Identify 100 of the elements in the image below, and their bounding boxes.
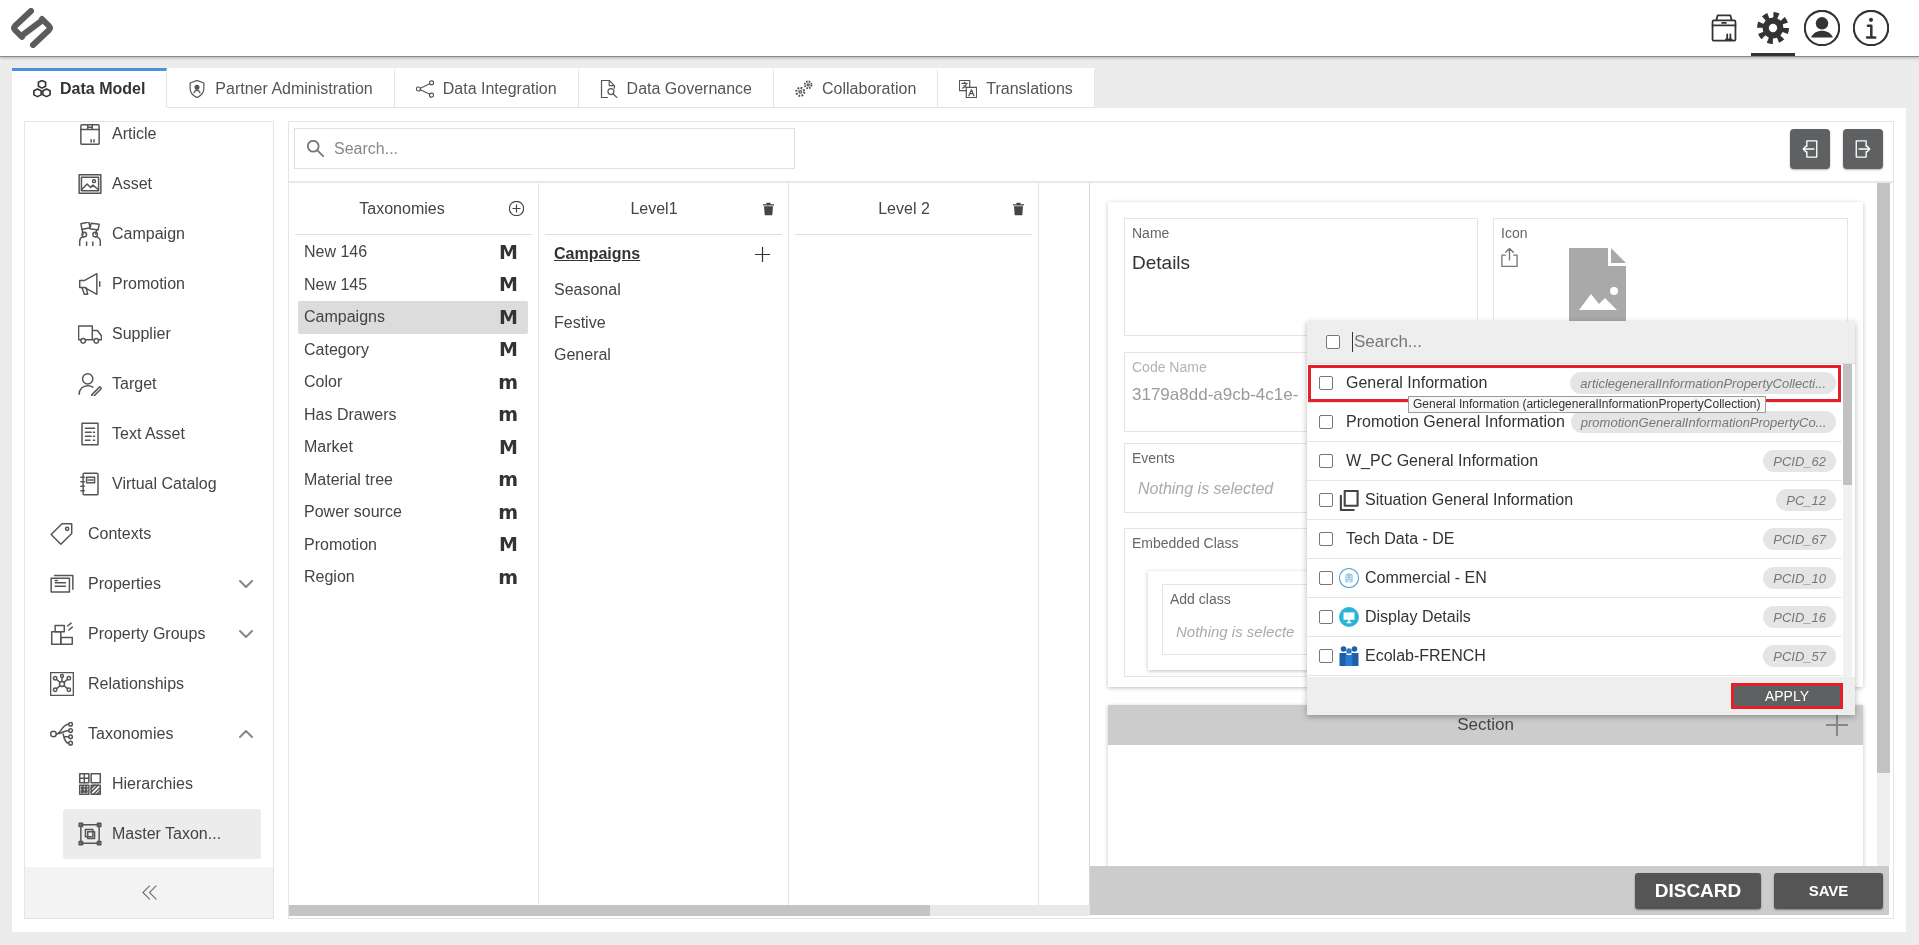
type-letter: m [498,502,518,522]
option-row[interactable]: Tech Data - DE PCID_67 [1307,520,1842,559]
chevron-down-icon[interactable] [239,630,253,638]
checkbox[interactable] [1319,610,1333,624]
apply-button[interactable]: APPLY [1731,683,1843,709]
toolbar-button[interactable] [1790,129,1830,169]
box-arrow-right-icon [1855,140,1871,158]
tab[interactable]: Data Model [12,68,168,108]
list-item[interactable]: General [548,339,778,372]
code-tag: PC_12 [1776,489,1836,511]
sidebar-item[interactable]: Property Groups [25,609,273,659]
checkbox[interactable] [1319,415,1333,429]
code-tag: PCID_10 [1763,567,1836,589]
tab[interactable]: Data Integration [394,68,579,108]
search-icon [307,140,324,157]
node-tree-icon [50,722,74,746]
chevron-down-icon[interactable] [239,580,253,588]
save-button[interactable]: SAVE [1774,872,1883,909]
checkbox[interactable] [1319,571,1333,585]
person-pen-icon [78,372,102,396]
code-tag: PCID_67 [1763,528,1836,550]
placeholder-text: Nothing is selecte [1176,623,1295,640]
tab[interactable]: Translations [938,68,1095,108]
list-item[interactable]: Market M [298,431,528,464]
document-icon [78,422,102,446]
document-search-icon [599,80,618,98]
checkbox[interactable] [1319,454,1333,468]
cards-icon [50,572,74,596]
code-tag: articlegeneralInformationPropertyCollecti... [1570,372,1836,394]
trash-icon[interactable] [1013,201,1024,216]
scrollbar-thumb[interactable] [1843,364,1852,485]
list-item[interactable]: Category M [298,333,528,366]
option-row[interactable]: W_PC General Information PCID_62 [1307,442,1842,481]
sidebar-item[interactable]: Hierarchies [63,759,261,809]
image-file-icon [1569,248,1626,322]
code-tag: PCID_62 [1763,450,1836,472]
type-letter: M [499,307,518,327]
truck-icon [78,322,102,346]
sidebar-item[interactable]: Relationships [25,659,273,709]
checkbox[interactable] [1319,376,1333,390]
tab[interactable]: Data Governance [578,68,774,108]
sidebar-item[interactable]: Taxonomies [25,709,273,759]
search-field[interactable]: Search... [294,128,795,169]
option-row[interactable]: Display Details PCID_16 [1307,598,1842,637]
sidebar-item[interactable]: Contexts [25,509,273,559]
list-item[interactable]: Campaigns M [298,301,528,334]
list-item[interactable]: Seasonal [548,274,778,307]
checkbox[interactable] [1319,532,1333,546]
box-arrow-left-icon [1802,140,1818,158]
code-tag: promotionGeneralInformationPropertyCo... [1570,411,1837,433]
list-item[interactable]: New 146 M [298,236,528,269]
list-item[interactable]: Festive [548,306,778,339]
list-item[interactable]: Material tree m [298,463,528,496]
tab[interactable]: Collaboration [774,68,939,108]
sidebar-item[interactable]: Asset [63,159,261,209]
type-letter: m [498,372,518,392]
field-label: Icon [1501,225,1528,241]
sidebar-item[interactable]: Target [63,359,261,409]
checkbox[interactable] [1319,649,1333,663]
upload-icon[interactable] [1501,248,1518,267]
copy-icon [1339,489,1359,511]
gears-icon [795,80,813,98]
checkbox[interactable] [1326,335,1340,349]
user-icon [1804,10,1840,46]
s-shape-logo-icon[interactable] [9,8,55,48]
tooltip: General Information (articlegeneralInformationPropertyCollection) [1408,396,1766,413]
building-ring-icon [1339,568,1359,588]
sidebar-item[interactable]: Master Taxon... [63,809,261,859]
type-letter: m [498,470,518,490]
toolbar-button[interactable] [1843,129,1883,169]
discard-button[interactable]: DISCARD [1635,872,1761,909]
add-circle-icon[interactable] [509,201,524,216]
list-item[interactable]: Promotion M [298,528,528,561]
tab[interactable]: Partner Administration [167,68,395,108]
chevron-up-icon[interactable] [239,730,253,738]
parent-link[interactable]: Campaigns [554,245,641,263]
trash-icon[interactable] [763,201,774,216]
option-label: Promotion General Information [1346,413,1565,431]
search-input[interactable]: Search... [334,139,794,158]
list-item[interactable]: Region m [298,561,528,594]
option-row[interactable]: Commercial - EN PCID_10 [1307,559,1842,598]
sidebar-item[interactable]: Article [63,122,261,159]
share-nodes-icon [415,80,434,98]
sidebar-item[interactable]: Campaign [63,209,261,259]
option-row[interactable]: Situation General Information PC_12 [1307,481,1842,520]
scrollbar-thumb[interactable] [289,905,930,916]
sidebar-item[interactable]: Text Asset [63,409,261,459]
list-item[interactable]: Power source m [298,496,528,529]
checkbox[interactable] [1319,493,1333,507]
list-item[interactable]: Has Drawers m [298,398,528,431]
list-item[interactable]: New 145 M [298,268,528,301]
sidebar-item[interactable]: Properties [25,559,273,609]
sidebar-item[interactable]: Virtual Catalog [63,459,261,509]
option-row[interactable]: Ecolab-FRENCH PCID_57 [1307,637,1842,676]
list-item[interactable]: Color m [298,366,528,399]
sidebar-item[interactable]: Promotion [63,259,261,309]
plus-icon[interactable] [755,246,770,262]
double-chevron-left-icon[interactable] [141,885,157,900]
type-letter: m [498,567,518,587]
sidebar-item[interactable]: Supplier [63,309,261,359]
